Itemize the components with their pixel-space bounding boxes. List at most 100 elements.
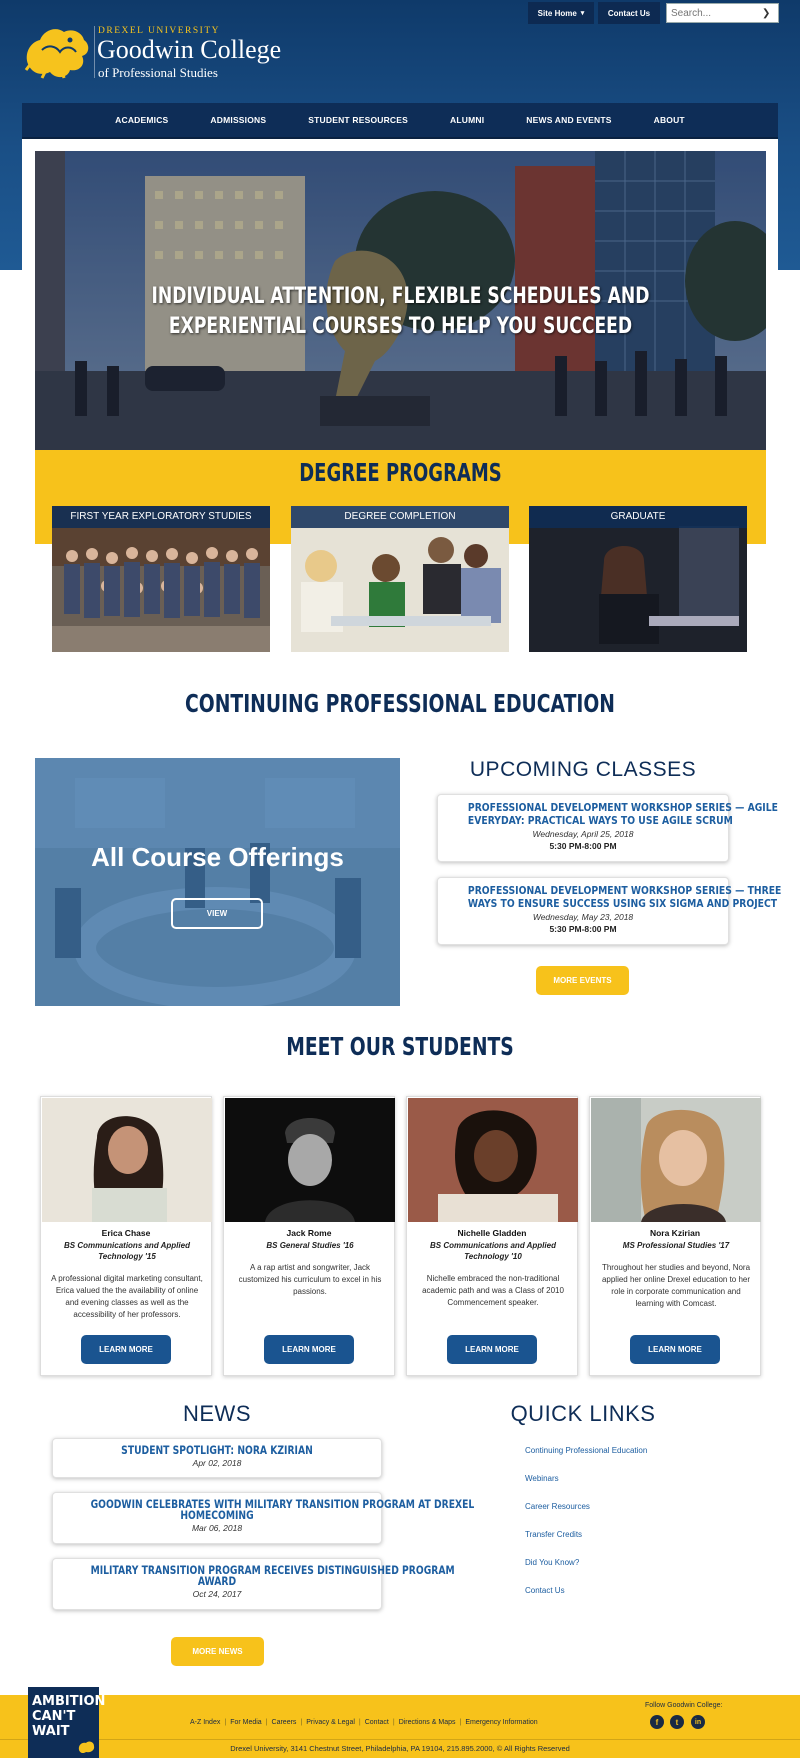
learn-more-button[interactable]: LEARN MORE — [81, 1335, 171, 1364]
program-card-label: DEGREE COMPLETION — [291, 506, 509, 528]
footer-link-separator: | — [459, 1719, 462, 1726]
college-subtitle: of Professional Studies — [98, 65, 218, 80]
site-home-label: Site Home — [537, 8, 577, 18]
nav-news-and-events[interactable]: NEWS AND EVENTS — [505, 115, 632, 125]
contact-us-label: Contact Us — [607, 8, 651, 18]
event-card[interactable]: PROFESSIONAL DEVELOPMENT WORKSHOP SERIES… — [437, 877, 782, 945]
follow-label: Follow Goodwin College: — [645, 1702, 723, 1709]
site-home-dropdown[interactable]: Site Home ▾ — [528, 2, 594, 24]
news-headline-line-2: AWARD — [197, 1574, 237, 1588]
upcoming-classes-title: UPCOMING CLASSES — [469, 758, 697, 781]
footer-link-separator: | — [358, 1719, 361, 1726]
program-card-first-year[interactable]: FIRST YEAR EXPLORATORY STUDIES — [52, 506, 270, 652]
search-box: ❯ — [666, 3, 779, 23]
student-bio: A professional digital marketing consult… — [51, 1274, 203, 1319]
news-item[interactable]: MILITARY TRANSITION PROGRAM RECEIVES DIS… — [52, 1558, 455, 1610]
footer-link-a-z-index[interactable]: A-Z Index — [190, 1719, 220, 1726]
more-news-button[interactable]: MORE NEWS — [171, 1637, 264, 1666]
footer-link-privacy[interactable]: Privacy & Legal — [306, 1719, 355, 1726]
student-degree: MS Professional Studies '17 — [622, 1241, 730, 1250]
student-card: Nora Kzirian MS Professional Studies '17… — [589, 1096, 761, 1376]
learn-more-button[interactable]: LEARN MORE — [264, 1335, 354, 1364]
quick-link[interactable]: Did You Know? — [525, 1558, 579, 1567]
footer-link-for-media[interactable]: For Media — [230, 1719, 262, 1726]
news-item[interactable]: STUDENT SPOTLIGHT: NORA KZIRIAN Apr 02, … — [52, 1438, 382, 1478]
event-title-line-1: PROFESSIONAL DEVELOPMENT WORKSHOP SERIES… — [467, 801, 778, 814]
ambition-line-3: WAIT — [32, 1724, 70, 1739]
all-course-offerings-label: All Course Offerings — [91, 842, 344, 872]
nav-alumni[interactable]: ALUMNI — [429, 115, 505, 125]
news-headline-line-2: HOMECOMING — [180, 1508, 254, 1522]
student-bio: A a rap artist and songwriter, Jack cust… — [238, 1263, 382, 1296]
more-events-button[interactable]: MORE EVENTS — [536, 966, 629, 995]
student-photo — [591, 1098, 761, 1222]
program-card-degree-completion[interactable]: DEGREE COMPLETION — [291, 506, 509, 652]
degree-programs-title: DEGREE PROGRAMS — [299, 458, 502, 487]
footer-divider — [0, 1739, 800, 1740]
quick-link[interactable]: Transfer Credits — [525, 1530, 582, 1539]
event-date: Wednesday, April 25, 2018 — [532, 829, 634, 839]
logo-divider — [94, 26, 95, 78]
footer-link-careers[interactable]: Careers — [272, 1719, 297, 1726]
event-time: 5:30 PM-8:00 PM — [549, 924, 617, 934]
student-name: Jack Rome — [286, 1228, 332, 1238]
hero-line-2: EXPERIENTIAL COURSES TO HELP YOU SUCCEED — [168, 314, 633, 339]
student-degree: BS General Studies '16 — [266, 1241, 354, 1250]
news-date: Apr 02, 2018 — [192, 1458, 242, 1468]
ambition-line-2: CAN'T — [32, 1709, 76, 1724]
nav-admissions[interactable]: ADMISSIONS — [189, 115, 287, 125]
news-date: Mar 06, 2018 — [191, 1523, 243, 1533]
event-title-line-2: WAYS TO ENSURE SUCCESS USING SIX SIGMA A… — [467, 897, 778, 910]
news-item[interactable]: GOODWIN CELEBRATES WITH MILITARY TRANSIT… — [52, 1492, 474, 1544]
cpe-title: CONTINUING PROFESSIONAL EDUCATION — [185, 689, 615, 718]
linkedin-icon[interactable]: in — [691, 1715, 705, 1729]
program-card-label: GRADUATE — [529, 506, 747, 528]
student-card: Nichelle Gladden BS Communications and A… — [406, 1096, 578, 1376]
view-button[interactable]: VIEW — [171, 898, 263, 929]
nav-student-resources[interactable]: STUDENT RESOURCES — [287, 115, 429, 125]
search-submit-icon[interactable]: ❯ — [762, 8, 770, 19]
dragon-icon — [24, 29, 89, 79]
program-card-label: FIRST YEAR EXPLORATORY STUDIES — [52, 506, 270, 528]
student-degree: BS Communications and Applied Technology… — [64, 1241, 190, 1261]
contact-us-button[interactable]: Contact Us — [598, 2, 660, 24]
footer-link-separator: | — [300, 1719, 303, 1726]
footer-link-separator: | — [392, 1719, 395, 1726]
nav-about[interactable]: ABOUT — [633, 115, 706, 125]
twitter-icon[interactable]: t — [670, 1715, 684, 1729]
program-card-graduate[interactable]: GRADUATE — [529, 506, 747, 652]
facebook-icon[interactable]: f — [650, 1715, 664, 1729]
event-date: Wednesday, May 23, 2018 — [532, 912, 634, 922]
all-course-offerings-banner[interactable]: All Course Offerings VIEW — [35, 758, 400, 1006]
footer-link-separator: | — [265, 1719, 268, 1726]
footer-link-emergency[interactable]: Emergency Information — [465, 1719, 537, 1726]
search-input[interactable] — [667, 4, 762, 22]
quick-link[interactable]: Contact Us — [525, 1586, 565, 1595]
banner-overlay — [35, 758, 400, 1006]
quick-link[interactable]: Career Resources — [525, 1502, 590, 1511]
student-name: Nichelle Gladden — [457, 1228, 527, 1238]
hero-line-1: INDIVIDUAL ATTENTION, FLEXIBLE SCHEDULES… — [151, 284, 650, 309]
footer-link-contact[interactable]: Contact — [365, 1719, 389, 1726]
hero-headline: INDIVIDUAL ATTENTION, FLEXIBLE SCHEDULES… — [115, 282, 685, 342]
event-time: 5:30 PM-8:00 PM — [549, 841, 617, 851]
nav-academics[interactable]: ACADEMICS — [94, 115, 189, 125]
footer-link-directions[interactable]: Directions & Maps — [399, 1719, 456, 1726]
footer-links: A-Z Index | For Media | Careers | Privacy &… — [190, 1719, 538, 1726]
learn-more-button[interactable]: LEARN MORE — [630, 1335, 720, 1364]
learn-more-button[interactable]: LEARN MORE — [447, 1335, 537, 1364]
student-name: Erica Chase — [101, 1228, 151, 1238]
student-photo — [42, 1098, 212, 1222]
event-card[interactable]: PROFESSIONAL DEVELOPMENT WORKSHOP SERIES… — [437, 794, 778, 862]
event-title-line-1: PROFESSIONAL DEVELOPMENT WORKSHOP SERIES… — [467, 884, 782, 897]
ambition-line-1: AMBITION — [32, 1694, 106, 1709]
chevron-down-icon: ▾ — [580, 10, 585, 17]
student-photo — [408, 1098, 578, 1222]
quick-link[interactable]: Webinars — [525, 1474, 559, 1483]
student-card: Jack Rome BS General Studies '16 A a rap… — [223, 1096, 395, 1376]
meet-our-students-title: MEET OUR STUDENTS — [286, 1032, 514, 1061]
college-logo[interactable]: DREXEL UNIVERSITY Goodwin College of Pro… — [22, 22, 281, 82]
quick-link[interactable]: Continuing Professional Education — [525, 1446, 647, 1455]
quick-links-title: QUICK LINKS — [510, 1401, 656, 1426]
news-headline: STUDENT SPOTLIGHT: NORA KZIRIAN — [121, 1443, 313, 1457]
